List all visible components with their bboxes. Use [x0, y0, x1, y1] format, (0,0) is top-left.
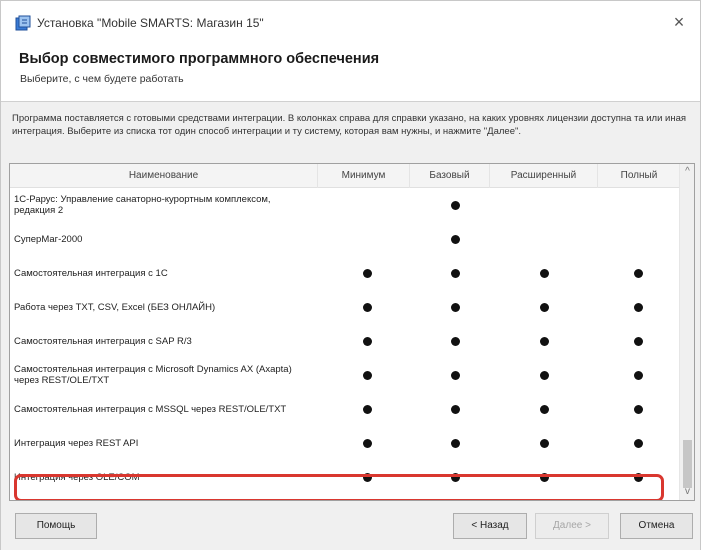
availability-dot-base: [451, 303, 460, 312]
window-title: Установка "Mobile SMARTS: Магазин 15": [37, 16, 264, 30]
availability-dot-min: [363, 337, 372, 346]
availability-dot-base: [451, 235, 460, 244]
table-header: Наименование Минимум Базовый Расширенный…: [10, 164, 680, 188]
row-name: СуперМаг-2000: [14, 233, 83, 245]
availability-dot-ext: [540, 473, 549, 482]
row-name: Самостоятельная интеграция с Microsoft D…: [14, 364, 292, 386]
availability-dot-ext: [540, 303, 549, 312]
scroll-thumb[interactable]: [683, 440, 692, 488]
page-title: Выбор совместимого программного обеспече…: [19, 51, 380, 67]
help-button[interactable]: Помощь: [15, 513, 97, 539]
availability-dot-min: [363, 269, 372, 278]
next-button[interactable]: Далее >: [535, 513, 609, 539]
wizard-header: Выбор совместимого программного обеспече…: [1, 39, 700, 101]
table-body: 1С-Рарус: Управление санаторно-курортным…: [10, 188, 680, 494]
availability-dot-full: [634, 473, 643, 482]
availability-dot-min: [363, 405, 372, 414]
wizard-content: Программа поставляется с готовыми средст…: [1, 102, 700, 504]
scroll-up-icon[interactable]: ^: [680, 164, 694, 180]
availability-dot-ext: [540, 269, 549, 278]
availability-dot-base: [451, 201, 460, 210]
column-header-min[interactable]: Минимум: [318, 164, 410, 188]
availability-dot-base: [451, 473, 460, 482]
table-row[interactable]: Интеграция через OLE/COM: [10, 460, 680, 494]
availability-dot-full: [634, 337, 643, 346]
availability-dot-base: [451, 371, 460, 380]
availability-dot-base: [451, 269, 460, 278]
scroll-down-icon[interactable]: v: [680, 484, 694, 500]
installer-window: Установка "Mobile SMARTS: Магазин 15" × …: [0, 0, 701, 550]
row-name: Интеграция через OLE/COM: [14, 471, 140, 483]
availability-dot-full: [634, 439, 643, 448]
availability-dot-min: [363, 473, 372, 482]
availability-dot-min: [363, 303, 372, 312]
table-row[interactable]: СуперМаг-2000: [10, 222, 680, 256]
availability-dot-ext: [540, 337, 549, 346]
page-subtitle: Выберите, с чем будете работать: [20, 73, 184, 85]
availability-dot-full: [634, 269, 643, 278]
row-name: Самостоятельная интеграция с 1С: [14, 267, 168, 279]
row-name: Самостоятельная интеграция с MSSQL через…: [14, 403, 287, 415]
availability-dot-base: [451, 337, 460, 346]
row-name: Интеграция через REST API: [14, 437, 139, 449]
table-row[interactable]: Интеграция через REST API: [10, 426, 680, 460]
availability-dot-min: [363, 439, 372, 448]
table-row[interactable]: Самостоятельная интеграция с Microsoft D…: [10, 358, 680, 392]
availability-dot-base: [451, 405, 460, 414]
availability-dot-full: [634, 371, 643, 380]
description-text: Программа поставляется с готовыми средст…: [12, 113, 687, 137]
table-row[interactable]: Самостоятельная интеграция с MSSQL через…: [10, 392, 680, 426]
row-name: 1С-Рарус: Управление санаторно-курортным…: [14, 194, 271, 216]
row-name: Самостоятельная интеграция с SAP R/3: [14, 335, 192, 347]
availability-dot-min: [363, 371, 372, 380]
availability-dot-ext: [540, 439, 549, 448]
column-header-full[interactable]: Полный: [598, 164, 680, 188]
installer-app-icon: [15, 15, 31, 31]
vertical-scrollbar[interactable]: ^ v: [679, 164, 694, 500]
column-header-name[interactable]: Наименование: [10, 164, 318, 188]
title-bar: Установка "Mobile SMARTS: Магазин 15" ×: [1, 9, 700, 39]
availability-dot-ext: [540, 405, 549, 414]
table-row[interactable]: Самостоятельная интеграция с SAP R/3: [10, 324, 680, 358]
availability-dot-full: [634, 303, 643, 312]
availability-dot-base: [451, 439, 460, 448]
column-header-base[interactable]: Базовый: [410, 164, 490, 188]
availability-dot-ext: [540, 371, 549, 380]
wizard-footer: Помощь < Назад Далее > Отмена: [1, 504, 700, 550]
back-button[interactable]: < Назад: [453, 513, 527, 539]
table-row[interactable]: 1С-Рарус: Управление санаторно-курортным…: [10, 188, 680, 222]
table-row[interactable]: Работа через TXT, CSV, Excel (БЕЗ ОНЛАЙН…: [10, 290, 680, 324]
close-icon[interactable]: ×: [666, 11, 692, 35]
column-header-ext[interactable]: Расширенный: [490, 164, 598, 188]
integration-table[interactable]: Наименование Минимум Базовый Расширенный…: [9, 163, 695, 501]
row-name: Работа через TXT, CSV, Excel (БЕЗ ОНЛАЙН…: [14, 301, 216, 313]
cancel-button[interactable]: Отмена: [620, 513, 693, 539]
availability-dot-full: [634, 405, 643, 414]
table-row[interactable]: Самостоятельная интеграция с 1С: [10, 256, 680, 290]
